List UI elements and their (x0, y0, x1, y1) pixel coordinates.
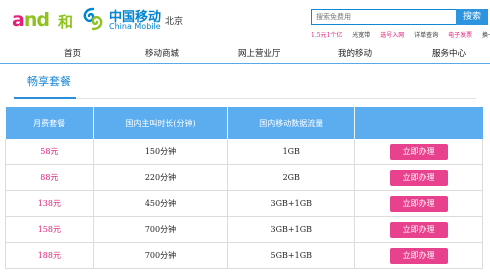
action-cell: 立即办理 (354, 242, 483, 269)
apply-button[interactable]: 立即办理 (389, 195, 448, 212)
price-cell: 58元 (5, 139, 94, 165)
divider (14, 98, 476, 99)
quick-link[interactable]: 详单查询 (414, 32, 438, 39)
apply-button[interactable]: 立即办理 (389, 143, 448, 160)
plan-table: 月费套餐 国内主叫时长(分钟) 国内移动数据流量 58元 150分钟 1GB 立… (5, 107, 483, 269)
minutes-cell: 700分钟 (93, 216, 229, 243)
section-underline (14, 97, 76, 99)
quick-link[interactable]: 光宽带 (352, 32, 370, 39)
data-cell: 3GB+1GB (227, 216, 356, 243)
data-cell: 5GB+1GB (227, 242, 356, 269)
quick-link[interactable]: 1.5元1个亿 (311, 32, 342, 39)
city-selector[interactable]: 北京 (165, 14, 183, 27)
table-header-row: 月费套餐 国内主叫时长(分钟) 国内移动数据流量 (5, 107, 483, 139)
data-cell: 2GB (227, 164, 356, 191)
quick-link[interactable]: 换卡 (482, 32, 490, 39)
nav-item-mall[interactable]: 移动商城 (145, 47, 179, 59)
quick-link[interactable]: 电子发票 (448, 32, 472, 39)
minutes-cell: 450分钟 (93, 190, 229, 217)
data-cell: 1GB (227, 139, 356, 165)
apply-button[interactable]: 立即办理 (389, 221, 448, 238)
price-cell: 158元 (5, 216, 94, 243)
minutes-cell: 220分钟 (93, 164, 229, 191)
table-row: 158元 700分钟 3GB+1GB 立即办理 (5, 216, 483, 243)
table-row: 188元 700分钟 5GB+1GB 立即办理 (5, 242, 483, 269)
china-mobile-logo-icon[interactable] (80, 6, 106, 32)
action-cell: 立即办理 (354, 216, 483, 243)
action-cell: 立即办理 (354, 139, 483, 165)
brand-en: China Mobile (109, 22, 161, 31)
col-header-action (354, 107, 483, 139)
minutes-cell: 150分钟 (93, 139, 229, 165)
section-title: 畅享套餐 (27, 75, 71, 88)
table-row: 58元 150分钟 1GB 立即办理 (5, 139, 483, 165)
price-cell: 188元 (5, 242, 94, 269)
table-row: 138元 450分钟 3GB+1GB 立即办理 (5, 190, 483, 217)
and-logo[interactable]: and (12, 9, 50, 31)
site-header: and 和 中国移动 China Mobile 北京 搜索 1.5元1个亿 光宽… (0, 0, 490, 40)
price-cell: 88元 (5, 164, 94, 191)
search-button[interactable]: 搜索 (456, 9, 488, 25)
action-cell: 立即办理 (354, 190, 483, 217)
col-header-data: 国内移动数据流量 (227, 107, 356, 139)
main-nav: 首页 移动商城 网上营业厅 我的移动 服务中心 (0, 41, 490, 64)
data-cell: 3GB+1GB (227, 190, 356, 217)
apply-button[interactable]: 立即办理 (389, 247, 448, 264)
apply-button[interactable]: 立即办理 (389, 169, 448, 186)
table-row: 88元 220分钟 2GB 立即办理 (5, 164, 483, 191)
col-header-price: 月费套餐 (5, 107, 94, 139)
nav-item-service[interactable]: 服务中心 (432, 47, 466, 59)
col-header-minutes: 国内主叫时长(分钟) (93, 107, 229, 139)
nav-item-home[interactable]: 首页 (64, 47, 81, 59)
quick-link[interactable]: 选号入网 (380, 32, 404, 39)
minutes-cell: 700分钟 (93, 242, 229, 269)
price-cell: 138元 (5, 190, 94, 217)
quick-links: 1.5元1个亿 光宽带 选号入网 详单查询 电子发票 换卡 (311, 30, 490, 39)
nav-item-online-hall[interactable]: 网上营业厅 (238, 47, 281, 59)
action-cell: 立即办理 (354, 164, 483, 191)
and-he-logo: 和 (58, 13, 74, 31)
search-input[interactable] (311, 9, 461, 25)
nav-item-my-mobile[interactable]: 我的移动 (338, 47, 372, 59)
